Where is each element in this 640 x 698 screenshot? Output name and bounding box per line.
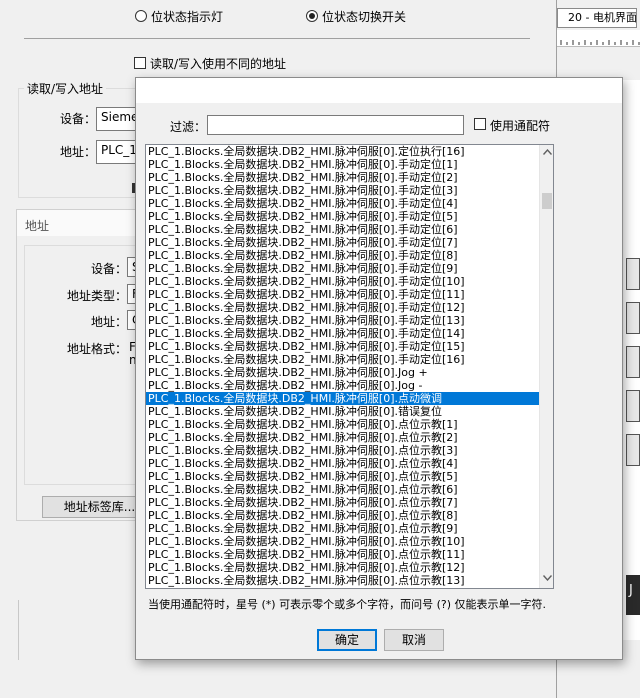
scroll-up-icon[interactable] (543, 149, 552, 155)
tag-list-item[interactable]: PLC_1.Blocks.全局数据块.DB2_HMI.脉冲伺服[0].点位示教[… (146, 574, 539, 587)
tag-list-item[interactable]: PLC_1.Blocks.全局数据块.DB2_HMI.脉冲伺服[0].手动定位[… (146, 171, 539, 184)
device-label: 设备： (60, 112, 97, 126)
tag-list-item[interactable]: PLC_1.Blocks.全局数据块.DB2_HMI.脉冲伺服[0].点位示教[… (146, 483, 539, 496)
dlg-format-label: 地址格式： (67, 342, 128, 356)
separator (24, 38, 530, 39)
rw-address-group-title: 读取/写入地址 (24, 80, 107, 97)
tag-list-item[interactable]: PLC_1.Blocks.全局数据块.DB2_HMI.脉冲伺服[0].手动定位[… (146, 158, 539, 171)
tag-list[interactable]: PLC_1.Blocks.全局数据块.DB2_HMI.脉冲伺服[0].定位执行[… (145, 144, 554, 589)
tag-list-item[interactable]: PLC_1.Blocks.全局数据块.DB2_HMI.脉冲伺服[0].点位示教[… (146, 561, 539, 574)
cancel-button[interactable]: 取消 (384, 629, 444, 651)
ok-button[interactable]: 确定 (317, 629, 377, 651)
dlg-address-label: 地址： (91, 315, 128, 329)
address-dialog-title: 地址 (25, 219, 50, 233)
ruler (557, 30, 640, 47)
tag-list-item[interactable]: PLC_1.Blocks.全局数据块.DB2_HMI.脉冲伺服[0].点位示教[… (146, 535, 539, 548)
tag-list-item[interactable]: PLC_1.Blocks.全局数据块.DB2_HMI.脉冲伺服[0].手动定位[… (146, 353, 539, 366)
tag-list-item[interactable]: PLC_1.Blocks.全局数据块.DB2_HMI.脉冲伺服[0].手动定位[… (146, 210, 539, 223)
tag-list-item[interactable]: PLC_1.Blocks.全局数据块.DB2_HMI.脉冲伺服[0].手动定位[… (146, 340, 539, 353)
side-button-3[interactable] (626, 346, 640, 378)
tag-list-item[interactable]: PLC_1.Blocks.全局数据块.DB2_HMI.脉冲伺服[0].手动定位[… (146, 184, 539, 197)
tag-list-item[interactable]: PLC_1.Blocks.全局数据块.DB2_HMI.脉冲伺服[0].点动微调 (146, 392, 539, 405)
radio-bit-indicator-label: 位状态指示灯 (151, 10, 224, 24)
tab-screen-20[interactable]: 20 - 电机界面2 (557, 8, 637, 28)
tag-list-item[interactable]: PLC_1.Blocks.全局数据块.DB2_HMI.脉冲伺服[0].Jog + (146, 366, 539, 379)
side-dark-glyph: J (629, 583, 633, 598)
address-label: 地址： (60, 145, 97, 159)
tag-list-item[interactable]: PLC_1.Blocks.全局数据块.DB2_HMI.脉冲伺服[0].点位示教[… (146, 509, 539, 522)
wildcard-label: 使用通配符 (490, 119, 551, 133)
tag-list-item[interactable]: PLC_1.Blocks.全局数据块.DB2_HMI.脉冲伺服[0].定位执行[… (146, 145, 539, 158)
tag-list-item[interactable]: PLC_1.Blocks.全局数据块.DB2_HMI.脉冲伺服[0].点位示教[… (146, 522, 539, 535)
tag-list-item[interactable]: PLC_1.Blocks.全局数据块.DB2_HMI.脉冲伺服[0].手动定位[… (146, 236, 539, 249)
side-button-1[interactable] (626, 258, 640, 290)
tag-list-item[interactable]: PLC_1.Blocks.全局数据块.DB2_HMI.脉冲伺服[0].手动定位[… (146, 275, 539, 288)
radio-bit-indicator[interactable] (135, 10, 147, 22)
tag-list-item[interactable]: PLC_1.Blocks.全局数据块.DB2_HMI.脉冲伺服[0].点位示教[… (146, 496, 539, 509)
radio-bit-switch[interactable] (306, 10, 318, 22)
filter-input[interactable] (207, 115, 464, 135)
tag-list-item[interactable]: PLC_1.Blocks.全局数据块.DB2_HMI.脉冲伺服[0].手动定位[… (146, 223, 539, 236)
wildcard-hint: 当使用通配符时，星号 (*) 可表示零个或多个字符，而问号 (?) 仅能表示单一… (148, 598, 546, 611)
dlg-device-label: 设备： (91, 262, 128, 276)
ruler-ticks (560, 40, 640, 45)
side-button-4[interactable] (626, 390, 640, 422)
dlg-address-type-label: 地址类型： (67, 289, 128, 303)
scroll-thumb[interactable] (542, 193, 552, 209)
diff-rw-address-label: 读取/写入使用不同的地址 (150, 57, 287, 71)
tag-list-item[interactable]: PLC_1.Blocks.全局数据块.DB2_HMI.脉冲伺服[0].点位示教[… (146, 444, 539, 457)
tag-list-item[interactable]: PLC_1.Blocks.全局数据块.DB2_HMI.脉冲伺服[0].手动定位[… (146, 262, 539, 275)
tag-list-item[interactable]: PLC_1.Blocks.全局数据块.DB2_HMI.脉冲伺服[0].点位示教[… (146, 431, 539, 444)
tag-list-item[interactable]: PLC_1.Blocks.全局数据块.DB2_HMI.脉冲伺服[0].手动定位[… (146, 301, 539, 314)
left-border (18, 600, 19, 660)
wildcard-checkbox[interactable] (474, 118, 486, 130)
tag-list-item[interactable]: PLC_1.Blocks.全局数据块.DB2_HMI.脉冲伺服[0].点位示教[… (146, 457, 539, 470)
tag-list-item[interactable]: PLC_1.Blocks.全局数据块.DB2_HMI.脉冲伺服[0].手动定位[… (146, 327, 539, 340)
side-button-2[interactable] (626, 302, 640, 334)
tag-list-items: PLC_1.Blocks.全局数据块.DB2_HMI.脉冲伺服[0].定位执行[… (146, 145, 539, 587)
tag-list-item[interactable]: PLC_1.Blocks.全局数据块.DB2_HMI.脉冲伺服[0].Jog - (146, 379, 539, 392)
tag-list-item[interactable]: PLC_1.Blocks.全局数据块.DB2_HMI.脉冲伺服[0].手动定位[… (146, 314, 539, 327)
tag-list-item[interactable]: PLC_1.Blocks.全局数据块.DB2_HMI.脉冲伺服[0].手动定位[… (146, 288, 539, 301)
tag-list-scrollbar[interactable] (539, 145, 553, 588)
filter-label: 过滤： (170, 120, 207, 134)
tag-picker-titlebar[interactable] (136, 78, 622, 103)
scroll-down-icon[interactable] (543, 575, 552, 581)
tag-list-item[interactable]: PLC_1.Blocks.全局数据块.DB2_HMI.脉冲伺服[0].错误复位 (146, 405, 539, 418)
tag-picker-dialog: 过滤： 使用通配符 PLC_1.Blocks.全局数据块.DB2_HMI.脉冲伺… (135, 77, 623, 660)
device-select[interactable]: Siemens (96, 107, 138, 131)
address-field[interactable]: PLC_1 (96, 140, 138, 164)
tag-list-item[interactable]: PLC_1.Blocks.全局数据块.DB2_HMI.脉冲伺服[0].点位示教[… (146, 470, 539, 483)
radio-bit-switch-label: 位状态切换开关 (322, 10, 407, 24)
diff-rw-address-checkbox[interactable] (134, 57, 146, 69)
tag-list-item[interactable]: PLC_1.Blocks.全局数据块.DB2_HMI.脉冲伺服[0].手动定位[… (146, 197, 539, 210)
tag-list-item[interactable]: PLC_1.Blocks.全局数据块.DB2_HMI.脉冲伺服[0].点位示教[… (146, 418, 539, 431)
tag-list-item[interactable]: PLC_1.Blocks.全局数据块.DB2_HMI.脉冲伺服[0].点位示教[… (146, 548, 539, 561)
side-button-5[interactable] (626, 434, 640, 466)
tag-list-item[interactable]: PLC_1.Blocks.全局数据块.DB2_HMI.脉冲伺服[0].手动定位[… (146, 249, 539, 262)
